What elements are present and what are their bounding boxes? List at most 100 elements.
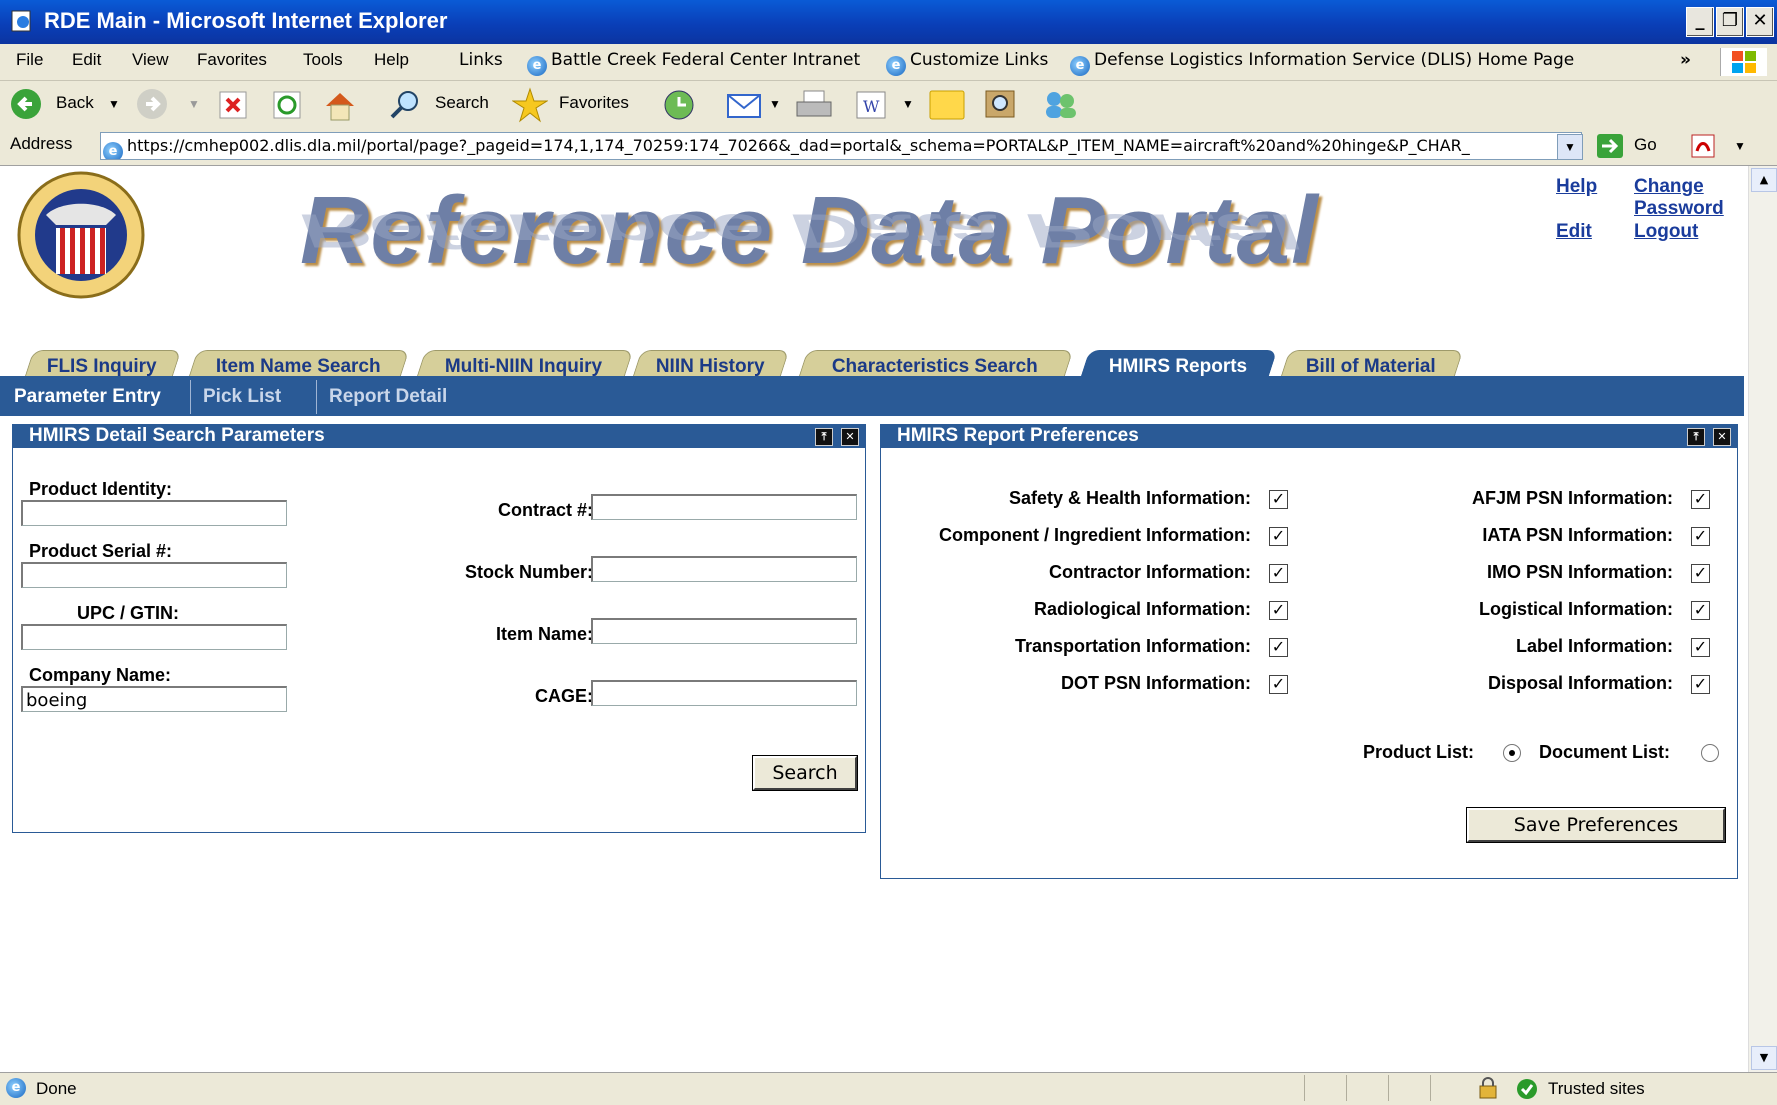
pref-imo-psn-label: IMO PSN Information: xyxy=(1487,562,1673,582)
back-dropdown-icon[interactable]: ▼ xyxy=(108,97,120,111)
acrobat-icon[interactable] xyxy=(1690,133,1718,159)
link-battle-creek[interactable]: e Battle Creek Federal Center Intranet xyxy=(527,50,860,76)
menu-edit[interactable]: Edit xyxy=(72,50,101,70)
document-list-radio[interactable] xyxy=(1701,744,1719,762)
stop-icon[interactable] xyxy=(218,90,248,120)
pref-afjm-psn-checkbox[interactable]: ✓ xyxy=(1691,490,1710,509)
window-title: RDE Main - Microsoft Internet Explorer xyxy=(44,8,448,33)
upc-gtin-input[interactable] xyxy=(21,624,287,650)
search-label[interactable]: Search xyxy=(435,93,489,113)
status-text: Done xyxy=(36,1079,77,1098)
close-icon[interactable]: ✕ xyxy=(1713,428,1731,446)
home-icon[interactable] xyxy=(322,88,358,122)
back-arrow-icon[interactable] xyxy=(10,88,42,120)
company-name-input[interactable]: boeing xyxy=(21,686,287,712)
pref-iata-psn-checkbox[interactable]: ✓ xyxy=(1691,527,1710,546)
research-icon[interactable] xyxy=(982,87,1018,121)
pref-disposal-checkbox[interactable]: ✓ xyxy=(1691,675,1710,694)
pref-disposal-label: Disposal Information: xyxy=(1487,673,1673,693)
dla-seal-logo xyxy=(17,171,145,299)
address-dropdown-icon[interactable]: ▼ xyxy=(1557,134,1583,160)
svg-text:W: W xyxy=(863,97,880,116)
windows-logo-icon xyxy=(1720,48,1767,76)
status-pane xyxy=(1430,1075,1471,1101)
links-label: Links xyxy=(459,50,503,70)
logout-link[interactable]: Logout xyxy=(1634,221,1698,243)
forward-dropdown-icon[interactable]: ▼ xyxy=(188,97,200,111)
messenger-icon[interactable] xyxy=(1040,87,1080,121)
back-label[interactable]: Back xyxy=(56,93,94,113)
restore-button[interactable]: ❐ xyxy=(1716,7,1744,37)
pref-safety-health-checkbox[interactable]: ✓ xyxy=(1269,490,1288,509)
discuss-note-icon[interactable] xyxy=(928,89,966,121)
pref-imo-psn-checkbox[interactable]: ✓ xyxy=(1691,564,1710,583)
pref-logistical-checkbox[interactable]: ✓ xyxy=(1691,601,1710,620)
cage-input[interactable] xyxy=(591,680,857,706)
save-preferences-button[interactable]: Save Preferences xyxy=(1466,807,1726,843)
subtab-pick-list[interactable]: Pick List xyxy=(190,380,293,414)
pref-contractor-checkbox[interactable]: ✓ xyxy=(1269,564,1288,583)
product-identity-input[interactable] xyxy=(21,500,287,526)
menu-file[interactable]: File xyxy=(16,50,43,70)
go-arrow-icon[interactable] xyxy=(1596,133,1624,159)
go-label[interactable]: Go xyxy=(1634,135,1657,155)
subtab-report-detail[interactable]: Report Detail xyxy=(316,380,459,414)
collapse-icon[interactable]: ⤒ xyxy=(815,428,833,446)
stock-number-input[interactable] xyxy=(591,556,857,582)
print-icon[interactable] xyxy=(794,89,834,121)
close-icon[interactable]: ✕ xyxy=(841,428,859,446)
menu-favorites[interactable]: Favorites xyxy=(197,50,267,70)
forward-arrow-icon[interactable] xyxy=(136,88,168,120)
pref-transportation-checkbox[interactable]: ✓ xyxy=(1269,638,1288,657)
contract-input[interactable] xyxy=(591,494,857,520)
trusted-check-icon xyxy=(1517,1079,1537,1099)
pref-radiological-checkbox[interactable]: ✓ xyxy=(1269,601,1288,620)
ie-link-icon: e xyxy=(1070,56,1090,76)
item-name-input[interactable] xyxy=(591,618,857,644)
favorites-label[interactable]: Favorites xyxy=(559,93,629,113)
pref-label-checkbox[interactable]: ✓ xyxy=(1691,638,1710,657)
address-label: Address xyxy=(10,134,73,153)
pref-dot-psn-checkbox[interactable]: ✓ xyxy=(1269,675,1288,694)
help-link[interactable]: Help xyxy=(1556,176,1597,198)
scroll-up-icon[interactable]: ▲ xyxy=(1751,168,1777,192)
scroll-down-icon[interactable]: ▼ xyxy=(1751,1046,1777,1070)
search-icon[interactable] xyxy=(388,89,420,121)
ie-page-icon: e xyxy=(6,1078,26,1098)
history-icon[interactable] xyxy=(662,89,696,121)
close-button[interactable]: ✕ xyxy=(1746,7,1774,37)
product-serial-input[interactable] xyxy=(21,562,287,588)
pref-safety-health-label: Safety & Health Information: xyxy=(1008,488,1251,508)
page-content: Reference Data Portal Reference Data Por… xyxy=(0,166,1748,1072)
link-customize[interactable]: e Customize Links xyxy=(886,50,1048,76)
link-dlis-home[interactable]: e Defense Logistics Information Service (… xyxy=(1070,50,1574,76)
pref-radiological-label: Radiological Information: xyxy=(1033,599,1251,619)
pref-component-checkbox[interactable]: ✓ xyxy=(1269,527,1288,546)
address-bar: Address e https://cmhep002.dlis.dla.mil/p… xyxy=(0,127,1777,166)
search-button[interactable]: Search xyxy=(752,755,858,791)
minimize-button[interactable]: _ xyxy=(1686,7,1714,37)
collapse-icon[interactable]: ⤒ xyxy=(1687,428,1705,446)
change-password-link[interactable]: Change Password xyxy=(1634,176,1744,220)
acrobat-dropdown-icon[interactable]: ▼ xyxy=(1734,139,1746,153)
toolbar: Back ▼ ▼ Search Favorites ▼ W ▼ xyxy=(0,81,1777,128)
status-pane xyxy=(1346,1075,1387,1101)
mail-icon[interactable] xyxy=(726,91,762,119)
mail-dropdown-icon[interactable]: ▼ xyxy=(769,97,781,111)
more-links-chevron-icon[interactable]: » xyxy=(1680,50,1691,70)
refresh-icon[interactable] xyxy=(272,90,302,120)
favorites-star-icon[interactable] xyxy=(512,87,548,123)
edit-dropdown-icon[interactable]: ▼ xyxy=(902,97,914,111)
product-identity-label: Product Identity: xyxy=(29,479,172,499)
menu-help[interactable]: Help xyxy=(374,50,409,70)
product-serial-label: Product Serial #: xyxy=(29,541,173,561)
menu-view[interactable]: View xyxy=(132,50,169,70)
edit-link[interactable]: Edit xyxy=(1556,221,1592,243)
product-list-radio[interactable] xyxy=(1503,744,1521,762)
address-input[interactable]: e https://cmhep002.dlis.dla.mil/portal/pa… xyxy=(100,132,1582,160)
word-edit-icon[interactable]: W xyxy=(855,90,887,120)
subtab-parameter-entry[interactable]: Parameter Entry xyxy=(2,380,173,414)
vertical-scrollbar[interactable]: ▲ ▼ xyxy=(1748,166,1777,1072)
company-name-label: Company Name: xyxy=(29,665,172,685)
menu-tools[interactable]: Tools xyxy=(303,50,343,70)
